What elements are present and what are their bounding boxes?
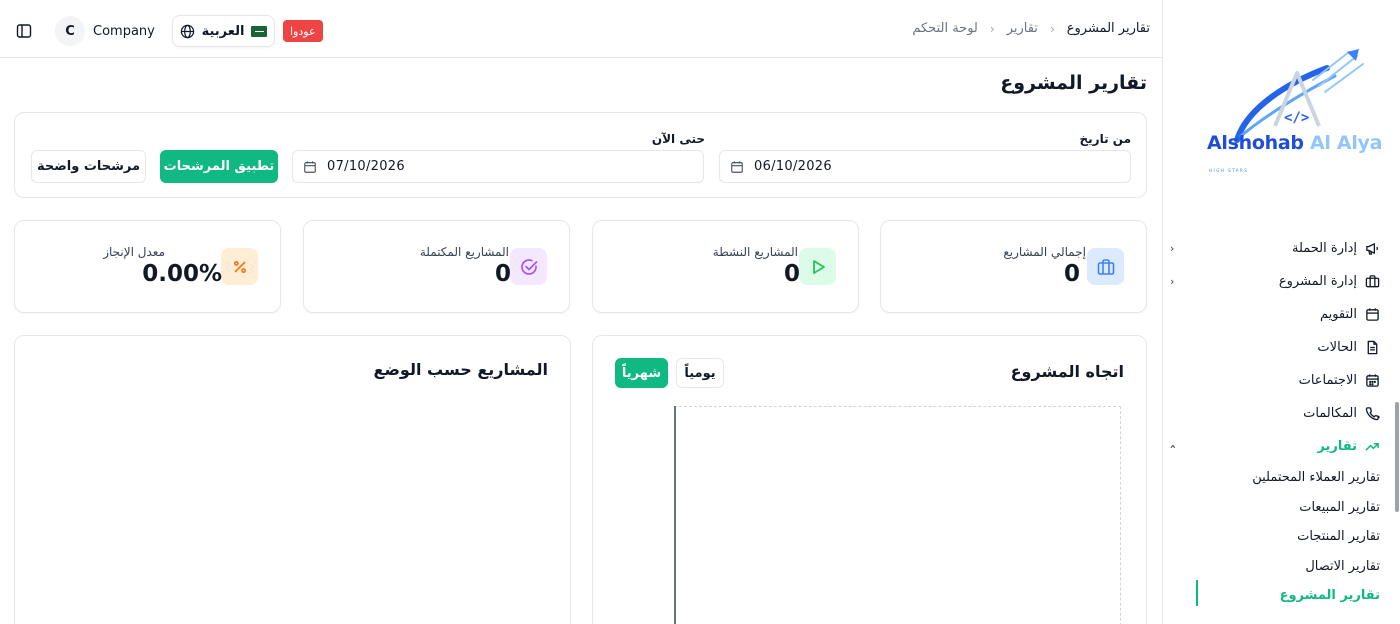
document-icon [1364, 340, 1380, 356]
sidebar-subitem-lead-reports[interactable]: تقارير العملاء المحتملين [1180, 463, 1380, 493]
stat-label: المشاريع المكتملة [419, 245, 509, 259]
sidebar-item-campaign-management[interactable]: إدارة الحملة ‹ [1170, 232, 1380, 265]
stat-value: 0 [1063, 261, 1080, 287]
active-subitem-indicator [1196, 580, 1198, 606]
stat-value: 0.00% [142, 261, 222, 287]
sidebar: </> Alshohab Al Alya HIGH STARS إدارة ال… [1162, 0, 1400, 624]
briefcase-icon [1364, 274, 1380, 290]
chevron-left-icon: ‹ [1170, 275, 1175, 288]
sidebar-item-label: تقارير [1317, 439, 1357, 454]
trending-up-icon [1364, 439, 1380, 455]
stat-label: معدل الإنجاز [103, 245, 165, 259]
sidebar-item-reports[interactable]: تقارير ‹ [1166, 430, 1380, 463]
stat-card-total-projects: إجمالي المشاريع 0 [880, 220, 1147, 313]
check-circle-icon [510, 248, 547, 285]
stat-card-active-projects: المشاريع النشطة 0 [592, 220, 859, 313]
calendar-grid-icon [1364, 373, 1380, 389]
notice-badge[interactable]: عودوا [283, 20, 323, 42]
panel-title: المشاريع حسب الوضع [373, 360, 548, 379]
breadcrumb: لوحة التحكم ‹ تقارير ‹ تقارير المشروع [912, 21, 1150, 36]
calendar-icon [304, 160, 316, 173]
phone-icon [1364, 406, 1380, 422]
from-date-input[interactable]: 06/10/2026 [719, 150, 1131, 183]
trend-chart-y-axis [674, 406, 676, 624]
stat-value: 0 [494, 261, 511, 287]
stat-card-completion-rate: معدل الإنجاز 0.00% [14, 220, 281, 313]
chevron-down-icon: ‹ [1165, 444, 1179, 449]
trend-chart-area [674, 406, 1121, 624]
clear-filters-button[interactable]: مرشحات واضحة [31, 150, 146, 183]
page-title: تقارير المشروع [1000, 72, 1147, 94]
reports-submenu: تقارير العملاء المحتملين تقارير المبيعات… [1180, 463, 1380, 611]
chevron-left-icon: ‹ [1170, 242, 1175, 255]
breadcrumb-current: تقارير المشروع [1066, 21, 1150, 36]
logo-wordmark: Alshohab Al Alya [1207, 132, 1383, 154]
sidebar-subitem-product-reports[interactable]: تقارير المنتجات [1180, 522, 1380, 552]
to-date-value: 07/10/2026 [327, 159, 405, 174]
company-avatar: C [55, 16, 85, 46]
calendar-icon [731, 160, 743, 173]
sidebar-item-label: إدارة الحملة [1292, 241, 1357, 256]
sidebar-subitem-project-reports[interactable]: تقارير المشروع [1180, 581, 1380, 611]
stat-card-completed-projects: المشاريع المكتملة 0 [303, 220, 570, 313]
panel-title: اتجاه المشروع [1010, 362, 1124, 381]
calendar-icon [1364, 307, 1380, 323]
company-switcher[interactable]: C Company [55, 16, 155, 46]
svg-text:</>: </> [1284, 110, 1309, 126]
stat-label: إجمالي المشاريع [1003, 245, 1086, 259]
company-name: Company [93, 23, 155, 39]
top-bar: C Company العربية عودوا لوحة التحكم ‹ تق… [0, 0, 1162, 58]
sidebar-item-calls[interactable]: المكالمات [1180, 397, 1380, 430]
breadcrumb-dashboard[interactable]: لوحة التحكم [912, 21, 978, 36]
sidebar-item-calendar[interactable]: التقويم [1180, 298, 1380, 331]
sidebar-item-label: الاجتماعات [1298, 373, 1357, 388]
projects-by-status-panel: المشاريع حسب الوضع [14, 335, 571, 624]
language-switcher[interactable]: العربية [172, 15, 275, 47]
company-logo-icon: </> [1234, 49, 1364, 143]
stat-label: المشاريع النشطة [712, 245, 798, 259]
panel-left-icon [16, 24, 32, 38]
project-trend-panel: اتجاه المشروع يومياً شهرياً [592, 335, 1147, 624]
percent-icon [221, 248, 258, 285]
sidebar-nav: إدارة الحملة ‹ إدارة المشروع ‹ التقويم ا… [1166, 232, 1380, 611]
sidebar-item-label: التقويم [1319, 307, 1357, 322]
briefcase-icon [1087, 248, 1124, 285]
main-content: C Company العربية عودوا لوحة التحكم ‹ تق… [0, 0, 1162, 624]
sidebar-item-cases[interactable]: الحالات [1180, 331, 1380, 364]
to-date-input[interactable]: 07/10/2026 [292, 150, 704, 183]
filter-card: من تاريخ 06/10/2026 حتى الآن 07/10/2026 … [14, 112, 1147, 198]
to-date-label: حتى الآن [651, 132, 705, 146]
monthly-toggle-button[interactable]: شهرياً [615, 358, 668, 388]
sidebar-item-label: الحالات [1317, 340, 1357, 355]
from-date-value: 06/10/2026 [754, 159, 832, 174]
from-date-label: من تاريخ [1079, 132, 1131, 146]
stat-value: 0 [783, 261, 800, 287]
breadcrumb-reports[interactable]: تقارير [1007, 21, 1038, 36]
sidebar-toggle-button[interactable] [12, 19, 36, 43]
chevron-left-icon: ‹ [1049, 21, 1055, 36]
sidebar-subitem-contact-reports[interactable]: تقارير الاتصال [1180, 552, 1380, 582]
apply-filters-button[interactable]: تطبيق المرشحات [160, 150, 278, 183]
saudi-flag-icon [251, 25, 268, 37]
chevron-left-icon: ‹ [989, 21, 995, 36]
sidebar-item-meetings[interactable]: الاجتماعات [1180, 364, 1380, 397]
logo-tagline: HIGH STARS [1209, 168, 1249, 173]
sidebar-subitem-sales-reports[interactable]: تقارير المبيعات [1180, 493, 1380, 523]
sidebar-item-label: المكالمات [1303, 406, 1357, 421]
megaphone-icon [1364, 241, 1380, 257]
play-icon [799, 248, 836, 285]
sidebar-item-label: إدارة المشروع [1278, 274, 1357, 289]
sidebar-scrollbar[interactable] [1395, 400, 1400, 624]
globe-icon [180, 24, 194, 38]
sidebar-item-project-management[interactable]: إدارة المشروع ‹ [1170, 265, 1380, 298]
daily-toggle-button[interactable]: يومياً [676, 358, 724, 388]
language-label: العربية [201, 23, 245, 39]
